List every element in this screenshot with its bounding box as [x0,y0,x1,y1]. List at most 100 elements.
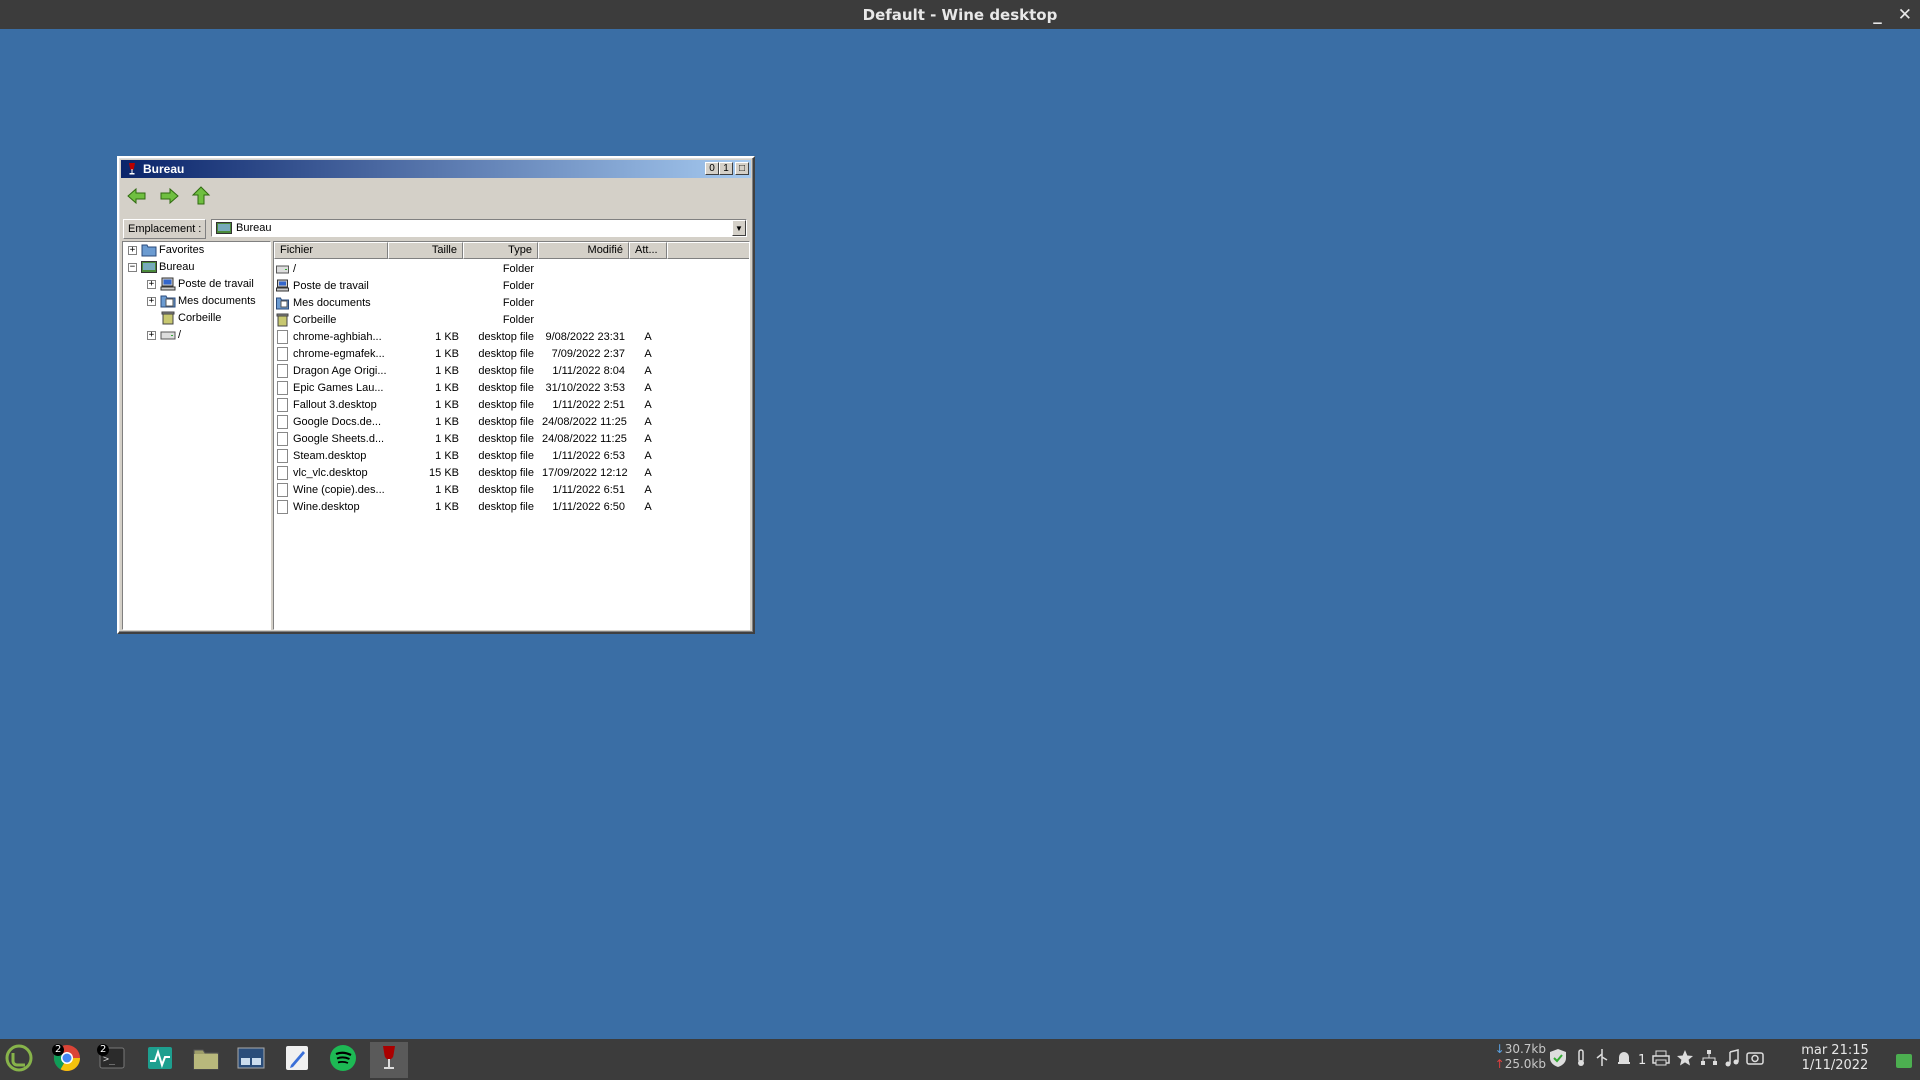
up-button[interactable] [189,185,213,208]
explorer-window: Bureau 0 1 □ Emplacement : Bureau ▼ + Fa… [117,156,755,634]
window-maximize-button[interactable]: 1 [719,162,733,175]
file-name-cell: Poste de travail [274,279,388,293]
shield-icon[interactable] [1548,1048,1568,1072]
taskbar-text-editor-button[interactable] [278,1042,316,1078]
file-name-cell: Dragon Age Origi... [274,363,388,378]
expand-toggle[interactable]: + [147,279,156,289]
system-tray: 1 [1548,1048,1765,1072]
column-header-taille[interactable]: Taille [388,242,463,259]
taskbar-menu-button[interactable] [0,1042,38,1078]
window-close-button[interactable]: □ [735,162,749,175]
tree-item-favorites[interactable]: + Favorites [128,242,204,258]
computer-icon [276,279,289,293]
file-type: Folder [502,279,534,292]
file-name-cell: Google Sheets.d... [274,431,388,446]
expand-toggle[interactable]: + [128,245,137,255]
collapse-toggle[interactable]: − [128,262,137,272]
file-type: desktop file [478,330,534,343]
text-editor-icon [282,1043,312,1078]
column-header-modifie[interactable]: Modifié [538,242,629,259]
files-icon [191,1043,221,1078]
tree-item-root[interactable]: + / [147,327,181,343]
file-size: 15 KB [429,466,459,479]
tree-item-label: / [178,329,182,341]
usb-icon[interactable] [1594,1048,1610,1072]
window-minimize-button[interactable]: 0 [705,162,719,175]
trash-icon [276,313,289,327]
file-list-row[interactable]: Dragon Age Origi... 1 KB desktop file 1/11/… [274,362,667,379]
file-attributes: A [644,381,652,394]
back-button[interactable] [125,186,149,208]
taskbar-wine-button[interactable] [370,1042,408,1078]
file-list-row[interactable]: Steam.desktop 1 KB desktop file 1/11/2022 6… [274,447,667,464]
file-list-row[interactable]: chrome-aghbiah... 1 KB desktop file 9/08/20… [274,328,667,345]
file-attributes: A [644,347,652,360]
file-type: desktop file [478,415,534,428]
taskbar-chrome-button[interactable]: 2 [48,1042,86,1078]
file-size: 1 KB [435,398,459,411]
host-minimize-button[interactable]: _ [1873,5,1882,25]
file-list-row[interactable]: Corbeille Folder [274,311,667,328]
file-list-row[interactable]: / Folder [274,260,667,277]
file-list-row[interactable]: Wine.desktop 1 KB desktop file 1/11/2022 6:… [274,498,667,515]
file-icon [276,397,289,412]
folder-tree[interactable]: + Favorites − Bureau + Poste de travail … [122,241,271,630]
location-combobox[interactable]: Bureau ▼ [211,219,747,237]
host-close-button[interactable]: ✕ [1898,5,1912,25]
star-icon[interactable] [1676,1049,1694,1071]
taskbar-terminal-button[interactable]: 2 >_ [93,1042,131,1078]
forward-button[interactable] [157,186,181,208]
window-titlebar[interactable]: Bureau 0 1 □ [121,160,751,178]
taskbar-system-monitor-button[interactable] [141,1042,179,1078]
file-list-row[interactable]: Google Docs.de... 1 KB desktop file 24/08/2… [274,413,667,430]
file-name: chrome-aghbiah... [293,330,382,343]
file-name: Steam.desktop [293,449,367,462]
show-desktop-button[interactable] [1896,1054,1912,1068]
file-list-row[interactable]: Wine (copie).des... 1 KB desktop file 1/11/… [274,481,667,498]
tree-item-mes-documents[interactable]: + Mes documents [147,293,256,309]
thermometer-icon[interactable] [1574,1048,1588,1072]
file-icon [276,465,289,480]
download-arrow-icon: ↓ [1494,1042,1505,1056]
column-header-fichier[interactable]: Fichier [274,242,388,259]
file-list-row[interactable]: chrome-egmafek... 1 KB desktop file 7/09/20… [274,345,667,362]
favorites-folder-icon [141,243,157,257]
tree-item-corbeille[interactable]: Corbeille [160,310,221,326]
file-modified: 31/10/2022 3:53 [545,381,625,394]
file-list-row[interactable]: vlc_vlc.desktop 15 KB desktop file 17/09/20… [274,464,667,481]
file-size: 1 KB [435,330,459,343]
taskbar-files-button[interactable] [187,1042,225,1078]
file-attributes: A [644,398,652,411]
clock[interactable]: mar 21:15 1/11/2022 [1790,1043,1880,1073]
column-header-filler [667,242,749,259]
notifications-icon[interactable] [1616,1049,1632,1071]
file-list-row[interactable]: Google Sheets.d... 1 KB desktop file 24/08/… [274,430,667,447]
net-up: 25.0kb [1504,1057,1546,1071]
tree-item-label: Poste de travail [178,278,254,290]
file-list[interactable]: Fichier Taille Type Modifié Att... / Fold… [273,241,750,630]
column-header-type[interactable]: Type [463,242,538,259]
printer-icon[interactable] [1652,1049,1671,1071]
camera-icon[interactable] [1746,1049,1765,1071]
file-size: 1 KB [435,432,459,445]
network-icon[interactable] [1700,1049,1718,1071]
file-list-row[interactable]: Poste de travail Folder [274,277,667,294]
tree-item-poste-de-travail[interactable]: + Poste de travail [147,276,254,292]
toolbar [125,185,213,210]
file-list-row[interactable]: Mes documents Folder [274,294,667,311]
taskbar-spotify-button[interactable] [324,1042,362,1078]
expand-toggle[interactable]: + [147,330,156,340]
file-list-row[interactable]: Epic Games Lau... 1 KB desktop file 31/10/2… [274,379,667,396]
location-dropdown-button[interactable]: ▼ [732,220,746,236]
music-note-icon[interactable] [1724,1049,1740,1071]
tree-item-bureau[interactable]: − Bureau [128,259,194,275]
column-header-attributes[interactable]: Att... [629,242,667,259]
file-list-row[interactable]: Fallout 3.desktop 1 KB desktop file 1/11/20… [274,396,667,413]
file-attributes: A [644,483,652,496]
taskbar-workspace-button[interactable] [232,1042,270,1078]
file-name: vlc_vlc.desktop [293,466,368,479]
location-bar: Emplacement : Bureau ▼ [123,218,749,240]
file-size: 1 KB [435,381,459,394]
file-modified: 17/09/2022 12:12 [542,466,628,479]
expand-toggle[interactable]: + [147,296,156,306]
